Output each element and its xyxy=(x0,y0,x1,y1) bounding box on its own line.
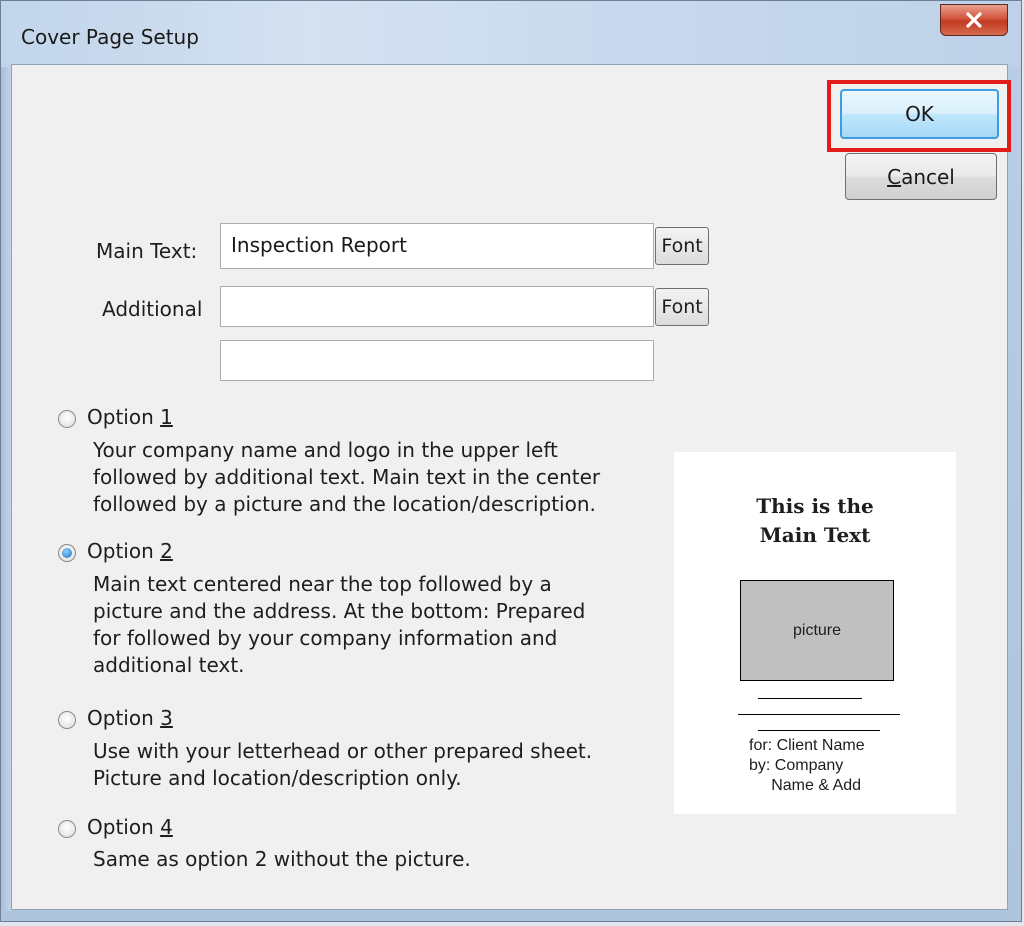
option-1-label[interactable]: Option 1 xyxy=(87,405,173,429)
additional-font-button[interactable]: Font xyxy=(655,288,709,326)
option-2-label[interactable]: Option 2 xyxy=(87,539,173,563)
window-title: Cover Page Setup xyxy=(21,25,199,49)
main-text-font-button[interactable]: Font xyxy=(655,227,709,265)
option-3-label[interactable]: Option 3 xyxy=(87,706,173,730)
preview-rule-1 xyxy=(758,698,862,699)
option-4-description: Same as option 2 without the picture. xyxy=(93,847,471,871)
cancel-button[interactable]: Cancel xyxy=(845,153,997,200)
cover-preview: This is the Main Text picture for: Clien… xyxy=(674,452,956,814)
additional-text-input-2[interactable] xyxy=(220,340,654,381)
preview-rule-3 xyxy=(758,730,880,731)
option-1-radio[interactable] xyxy=(58,410,76,428)
ok-button-label: OK xyxy=(905,102,934,126)
additional-label: Additional xyxy=(102,297,203,321)
option-2-description: Main text centered near the top followed… xyxy=(93,572,586,677)
font-button-label: Font xyxy=(661,235,703,257)
main-text-label: Main Text: xyxy=(96,239,198,263)
radio-selected-dot xyxy=(62,548,72,558)
close-button[interactable] xyxy=(940,4,1008,36)
option-2-radio[interactable] xyxy=(58,544,76,562)
option-3-radio[interactable] xyxy=(58,711,76,729)
option-3-description: Use with your letterhead or other prepar… xyxy=(93,739,593,790)
option-1-description: Your company name and logo in the upper … xyxy=(93,438,601,516)
option-4-radio[interactable] xyxy=(58,820,76,838)
option-4-label[interactable]: Option 4 xyxy=(87,815,173,839)
preview-main-text: This is the Main Text xyxy=(756,494,874,547)
preview-picture-box: picture xyxy=(740,580,894,681)
title-bar[interactable]: Cover Page Setup xyxy=(1,1,1021,67)
main-text-input[interactable]: Inspection Report xyxy=(220,223,654,269)
preview-picture-label: picture xyxy=(792,621,842,639)
preview-rule-2 xyxy=(738,714,900,715)
font-button-label: Font xyxy=(661,296,703,318)
additional-text-input[interactable] xyxy=(220,286,654,327)
close-icon xyxy=(966,12,982,28)
cancel-button-label: Cancel xyxy=(887,164,955,189)
ok-button[interactable]: OK xyxy=(840,89,999,139)
preview-meta-text: for: Client Name by: Company Name & Add xyxy=(749,737,865,794)
